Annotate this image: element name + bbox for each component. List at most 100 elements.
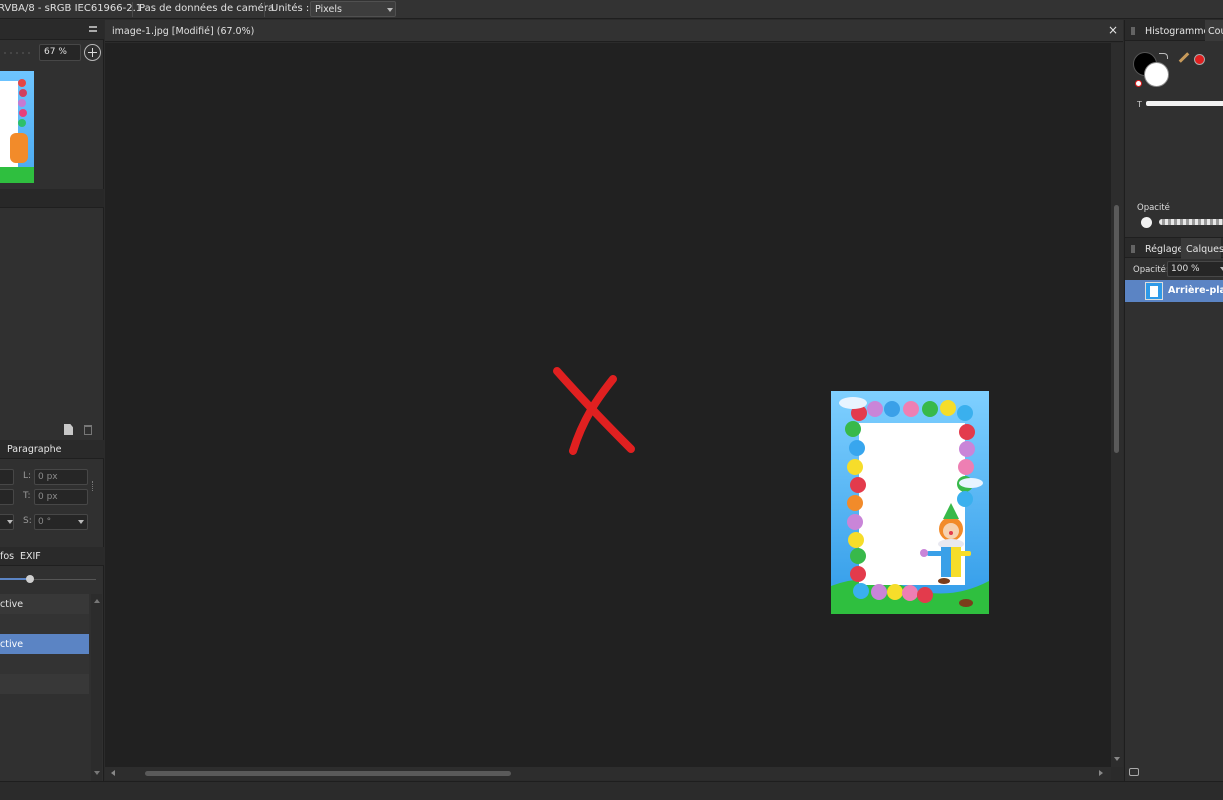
zoom-slider[interactable] <box>0 42 36 62</box>
no-color-icon[interactable] <box>1135 80 1142 87</box>
red-x-annotation <box>553 367 635 455</box>
canvas-area[interactable] <box>105 43 1111 767</box>
new-page-icon[interactable] <box>64 424 73 435</box>
balloon-shape <box>19 109 27 117</box>
zoom-slider-track <box>2 52 34 54</box>
list-item[interactable] <box>0 654 89 674</box>
cloud-shape <box>959 478 983 488</box>
layer-opacity-label: Opacité: <box>1133 265 1169 275</box>
list-item-label: ctive <box>0 639 24 650</box>
tab-paragraph[interactable]: Paragraphe <box>7 444 62 455</box>
layer-thumbnail <box>1145 282 1163 300</box>
context-toolbar: RVBA/8 - sRGB IEC61966-2.1 Pas de donnée… <box>0 0 1223 19</box>
chevron-down-icon <box>7 520 13 524</box>
list-item-label: ctive <box>0 599 24 610</box>
cloud-shape <box>839 397 867 409</box>
balloon-shape <box>19 89 27 97</box>
units-label: Unités : <box>271 3 310 14</box>
x-field[interactable] <box>0 469 14 485</box>
left-panel: 67 % Paragraphe L: 0 px T: 0 px S: 0 ° f… <box>0 20 104 782</box>
document-tab[interactable]: image-1.jpg [Modifié] (67.0%) × <box>105 20 1123 42</box>
scroll-left-icon[interactable] <box>111 770 115 776</box>
vertical-scroll-thumb[interactable] <box>1114 205 1119 453</box>
chevron-down-icon <box>387 8 393 12</box>
rotation-field-left[interactable] <box>0 514 14 530</box>
panel-header <box>0 189 104 208</box>
clown-figure <box>10 133 28 163</box>
tab-color[interactable]: Cou <box>1208 26 1223 37</box>
t-label: T: <box>23 491 31 501</box>
vertical-scrollbar[interactable] <box>1111 43 1123 767</box>
toolbar-divider <box>264 2 265 17</box>
scroll-up-icon[interactable] <box>94 599 100 603</box>
layer-opacity-field[interactable]: 100 % <box>1167 261 1223 277</box>
layer-row-background[interactable]: Arrière-plan <box>1125 280 1223 302</box>
trash-icon[interactable] <box>84 425 92 435</box>
list-scrollbar[interactable] <box>91 594 102 782</box>
tab-exif[interactable]: EXIF <box>20 551 41 562</box>
layers-panel-header: Réglage Calques <box>1125 237 1223 259</box>
zoom-field[interactable]: 67 % <box>39 44 81 61</box>
slider-handle[interactable] <box>26 575 34 583</box>
opacity-slider-handle[interactable] <box>1141 217 1152 228</box>
picked-color-swatch[interactable] <box>1194 54 1205 65</box>
opacity-label: Opacité <box>1137 203 1170 213</box>
layer-name: Arrière-plan <box>1168 285 1223 296</box>
layer-thumbnail-frame <box>1150 286 1158 297</box>
chevron-down-icon <box>78 520 84 524</box>
tint-label: T <box>1137 100 1142 109</box>
t-field[interactable]: 0 px <box>34 489 88 505</box>
tab-infos[interactable]: fos <box>0 551 14 562</box>
color-panel-header: Histogramme Cou <box>1125 20 1223 41</box>
grip-icon[interactable] <box>1131 245 1135 253</box>
navigator-panel-header <box>0 20 104 40</box>
balloon-shape <box>18 119 26 127</box>
layers-stack-icon[interactable] <box>1129 768 1139 776</box>
l-label: L: <box>23 471 32 481</box>
balloon-shape <box>18 79 26 87</box>
toolbar-divider <box>132 2 133 17</box>
color-format-label: RVBA/8 - sRGB IEC61966-2.1 <box>0 3 143 14</box>
transform-panel-header: Paragraphe <box>0 440 104 459</box>
navigator-thumbnail[interactable] <box>0 71 34 183</box>
s-field-value: 0 ° <box>38 517 52 527</box>
grass-shape <box>0 167 34 183</box>
eyedropper-icon[interactable] <box>1178 52 1190 63</box>
scroll-down-icon[interactable] <box>1114 757 1120 761</box>
canvas-image[interactable] <box>831 391 989 614</box>
list-item[interactable] <box>0 674 89 694</box>
tint-slider[interactable] <box>1146 101 1223 106</box>
scroll-right-icon[interactable] <box>1099 770 1103 776</box>
opacity-slider[interactable] <box>1159 219 1223 225</box>
horizontal-scrollbar[interactable] <box>105 767 1111 780</box>
link-icon[interactable] <box>92 481 95 491</box>
balloon-shape <box>18 99 26 107</box>
layer-opacity-value: 100 % <box>1171 264 1200 274</box>
units-dropdown-value: Pixels <box>315 4 342 15</box>
list-item[interactable]: ctive <box>0 594 89 614</box>
camera-data-label: Pas de données de caméra <box>139 3 275 14</box>
background-color-swatch[interactable] <box>1144 62 1169 87</box>
grip-icon[interactable] <box>1131 27 1135 35</box>
units-dropdown[interactable]: Pixels <box>310 1 396 17</box>
list-item-selected[interactable]: ctive <box>0 634 89 654</box>
right-panel: Histogramme Cou T Opacité Réglage Calque… <box>1124 20 1223 781</box>
status-bar <box>0 781 1223 800</box>
plus-icon <box>92 48 93 57</box>
tab-adjustments[interactable]: Réglage <box>1145 244 1183 255</box>
close-icon[interactable]: × <box>1108 23 1118 37</box>
document-title: image-1.jpg [Modifié] (67.0%) <box>112 26 255 37</box>
info-panel-header: fos EXIF <box>0 547 104 566</box>
y-field[interactable] <box>0 489 14 505</box>
swap-colors-icon[interactable] <box>1159 53 1168 59</box>
tab-histogram[interactable]: Histogramme <box>1145 26 1209 37</box>
zoom-in-button[interactable] <box>84 44 101 61</box>
s-field[interactable]: 0 ° <box>34 514 88 530</box>
scroll-down-icon[interactable] <box>94 771 100 775</box>
panel-menu-icon[interactable] <box>89 26 97 32</box>
tab-layers[interactable]: Calques <box>1186 244 1223 255</box>
l-field[interactable]: 0 px <box>34 469 88 485</box>
list-item[interactable] <box>0 614 89 634</box>
s-label: S: <box>23 516 32 526</box>
horizontal-scroll-thumb[interactable] <box>145 771 511 776</box>
